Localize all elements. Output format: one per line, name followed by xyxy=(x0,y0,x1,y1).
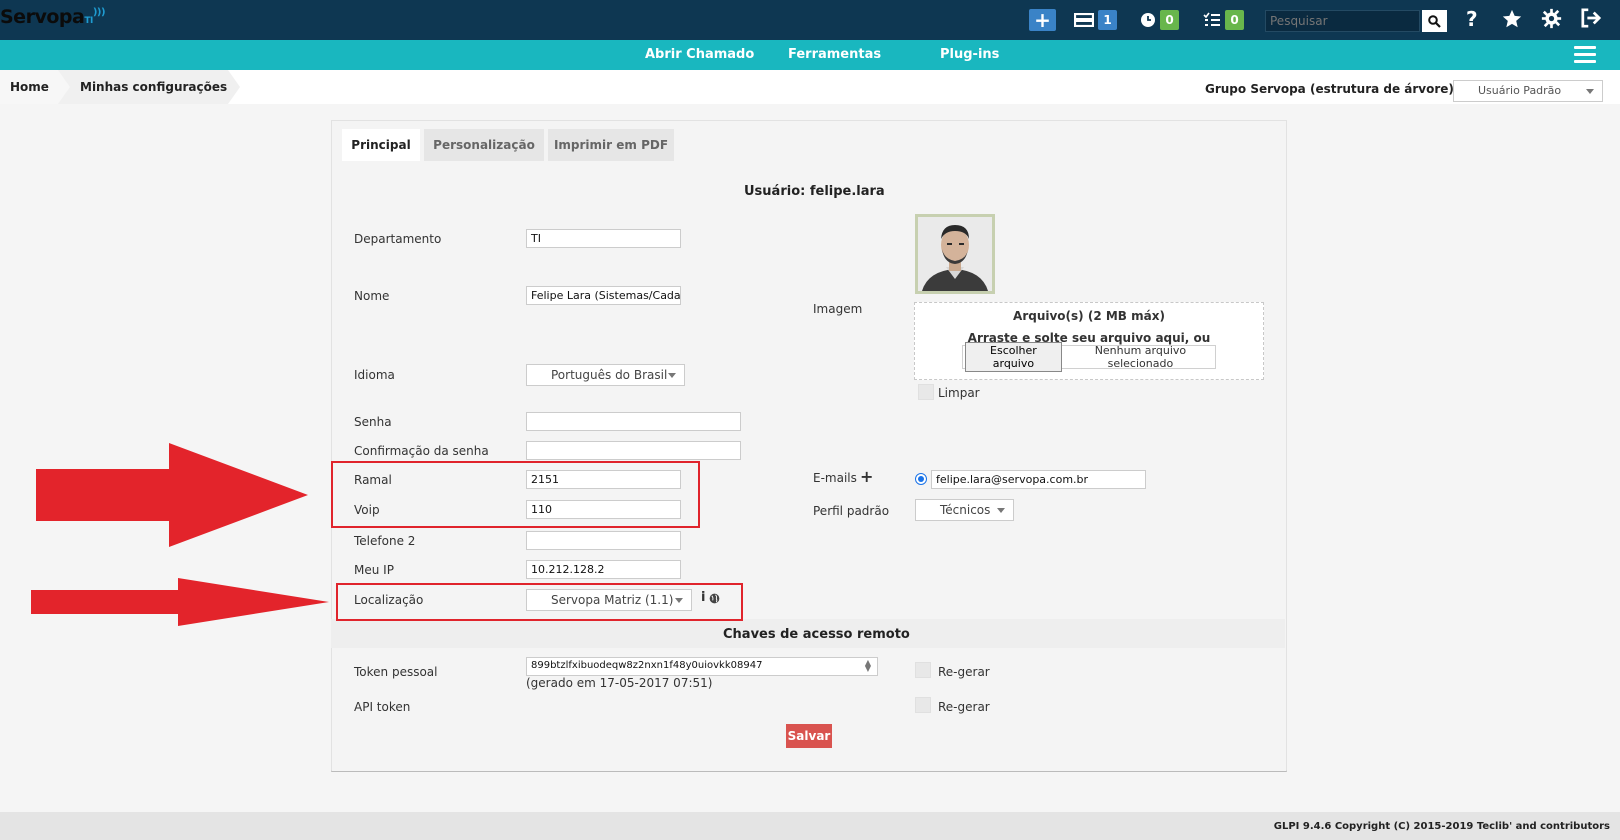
label-idioma: Idioma xyxy=(354,368,395,382)
main-menu-bar: Abrir Chamado Ferramentas Plug-ins xyxy=(0,40,1620,70)
checklist-icon xyxy=(1203,12,1220,26)
label-token-pessoal: Token pessoal xyxy=(354,665,438,679)
label-meu-ip: Meu IP xyxy=(354,563,394,577)
email-field[interactable]: felipe.lara@servopa.com.br xyxy=(931,470,1146,489)
tab-personalizacao[interactable]: Personalização xyxy=(424,129,544,161)
hamburger-menu-icon[interactable] xyxy=(1574,46,1596,64)
perfil-padrao-value: Técnicos xyxy=(940,503,991,517)
label-emails: E-mails xyxy=(813,471,857,485)
limpar-checkbox[interactable] xyxy=(918,384,934,400)
red-arrow-icon xyxy=(36,443,308,547)
star-icon[interactable] xyxy=(1501,8,1523,35)
meu-ip-field[interactable]: 10.212.128.2 xyxy=(526,560,681,579)
file-input[interactable]: Escolher arquivo Nenhum arquivo selecion… xyxy=(962,342,1216,372)
logout-icon[interactable] xyxy=(1580,8,1602,33)
senha-field[interactable] xyxy=(526,412,741,431)
token-generated-date: (gerado em 17-05-2017 07:51) xyxy=(526,676,713,690)
label-limpar: Limpar xyxy=(938,386,980,400)
chevron-down-icon xyxy=(1586,89,1594,94)
star-shape xyxy=(1502,9,1522,28)
personal-token-field[interactable]: 899btzlfxibuodeqw8z2nxn1f48y0uiovkk08947… xyxy=(526,657,878,676)
label-perfil-padrao: Perfil padrão xyxy=(813,504,890,518)
menu-abrir-chamado[interactable]: Abrir Chamado xyxy=(645,47,754,62)
perfil-padrao-select[interactable]: Técnicos xyxy=(915,499,1014,521)
label-telefone2: Telefone 2 xyxy=(354,534,416,548)
tab-principal[interactable]: Principal xyxy=(342,129,420,161)
footer: GLPI 9.4.6 Copyright (C) 2015-2019 Tecli… xyxy=(0,812,1620,840)
tasks-count-badge: 0 xyxy=(1225,10,1244,30)
create-button[interactable]: + xyxy=(1029,8,1056,32)
logo-suffix: TI xyxy=(84,16,93,26)
top-bar: ServopaTI))) + 1 0 0 ? xyxy=(0,0,1620,40)
file-upload-dropzone[interactable]: Arquivo(s) (2 MB máx) Arraste e solte se… xyxy=(914,302,1264,380)
label-nome: Nome xyxy=(354,289,390,303)
menu-plugins[interactable]: Plug-ins xyxy=(940,47,999,62)
servopa-logo[interactable]: ServopaTI))) xyxy=(0,6,106,28)
telefone2-field[interactable] xyxy=(526,531,681,550)
save-button[interactable]: Salvar xyxy=(786,724,832,748)
spinner-arrows-icon: ▲ ▼ xyxy=(864,658,871,673)
add-email-icon[interactable]: + xyxy=(860,467,873,486)
red-arrow-icon xyxy=(31,578,329,626)
planning-button[interactable]: 0 xyxy=(1140,9,1179,31)
global-search-input[interactable] xyxy=(1265,10,1420,32)
logo-text: Servopa xyxy=(0,6,85,28)
search-icon xyxy=(1428,14,1441,28)
logout-shape xyxy=(1581,8,1602,28)
avatar-image xyxy=(918,217,992,291)
confirmacao-senha-field[interactable] xyxy=(526,441,741,460)
help-icon[interactable]: ? xyxy=(1466,7,1478,31)
chevron-down-icon xyxy=(668,373,676,378)
label-api-token: API token xyxy=(354,700,411,714)
wifi-icon: ))) xyxy=(92,7,106,18)
tickets-button[interactable]: 1 xyxy=(1074,9,1117,31)
chevron-down-icon xyxy=(997,508,1005,513)
file-status-text: Nenhum arquivo selecionado xyxy=(1094,344,1187,370)
label-departamento: Departamento xyxy=(354,232,442,246)
plus-icon: + xyxy=(1034,8,1051,32)
upload-title: Arquivo(s) (2 MB máx) xyxy=(1013,309,1165,323)
ticket-icon xyxy=(1074,13,1094,27)
regen-personal-token-checkbox[interactable] xyxy=(915,662,931,678)
profile-selector-value: Usuário Padrão xyxy=(1478,84,1562,97)
breadcrumb-minhas-configuracoes[interactable]: Minhas configurações xyxy=(58,70,240,104)
gear-icon[interactable] xyxy=(1541,8,1562,34)
help-label: ? xyxy=(1466,7,1478,31)
label-regen-api-token: Re-gerar xyxy=(938,700,990,714)
localizacao-highlight-box xyxy=(336,583,743,621)
departamento-field[interactable]: TI xyxy=(526,229,681,248)
nome-field[interactable]: Felipe Lara (Sistemas/Cadast xyxy=(526,286,681,305)
personal-token-value: 899btzlfxibuodeqw8z2nxn1f48y0uiovkk08947 xyxy=(531,660,763,671)
tickets-count-badge: 1 xyxy=(1098,10,1117,30)
remote-keys-title: Chaves de acesso remoto xyxy=(723,627,910,642)
breadcrumb-home[interactable]: Home xyxy=(0,70,70,104)
label-imagem: Imagem xyxy=(813,302,863,316)
form-title: Usuário: felipe.lara xyxy=(744,184,885,199)
choose-file-button[interactable]: Escolher arquivo xyxy=(965,342,1062,372)
ramal-voip-highlight-box xyxy=(331,461,700,528)
footer-copyright: GLPI 9.4.6 Copyright (C) 2015-2019 Tecli… xyxy=(1273,821,1610,832)
menu-ferramentas[interactable]: Ferramentas xyxy=(788,47,881,62)
label-confirmacao-senha: Confirmação da senha xyxy=(354,444,489,458)
entity-selector[interactable]: Grupo Servopa (estrutura de árvore) xyxy=(1205,82,1454,96)
idioma-select[interactable]: Português do Brasil xyxy=(526,364,685,386)
clock-icon xyxy=(1141,13,1155,27)
tasks-button[interactable]: 0 xyxy=(1203,9,1244,31)
label-senha: Senha xyxy=(354,415,392,429)
search-button[interactable] xyxy=(1422,10,1447,32)
gear-shape xyxy=(1541,8,1562,29)
user-avatar xyxy=(915,214,995,294)
label-regen-personal-token: Re-gerar xyxy=(938,665,990,679)
idioma-value: Português do Brasil xyxy=(551,368,668,382)
profile-selector[interactable]: Usuário Padrão xyxy=(1453,80,1603,102)
regen-api-token-checkbox[interactable] xyxy=(915,697,931,713)
clock-count-badge: 0 xyxy=(1160,10,1179,30)
tab-imprimir-pdf[interactable]: Imprimir em PDF xyxy=(548,129,674,161)
default-email-radio[interactable] xyxy=(915,473,927,485)
